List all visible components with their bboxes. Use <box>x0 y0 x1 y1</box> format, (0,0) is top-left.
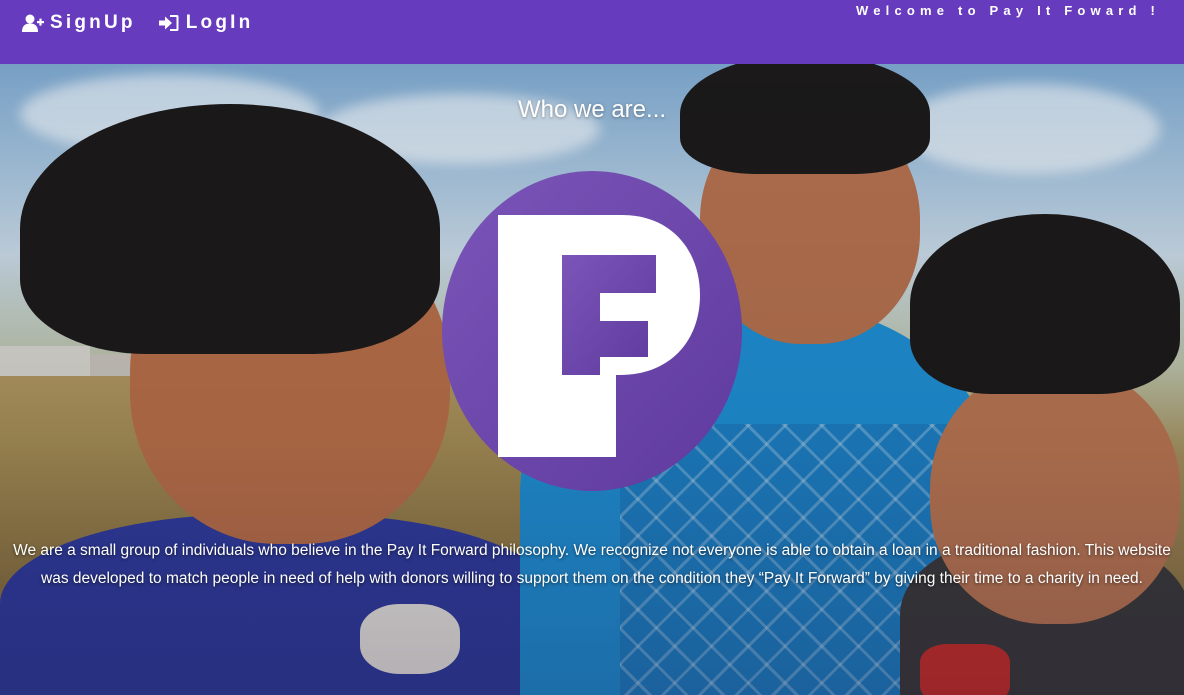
login-label: LogIn <box>185 12 254 33</box>
signup-link[interactable]: SignUp <box>22 12 136 34</box>
about-paragraph: We are a small group of individuals who … <box>13 542 1171 587</box>
top-navbar: SignUp LogIn Welcome to Pay It Foward ! <box>0 0 1184 64</box>
welcome-message: Welcome to Pay It Foward ! <box>856 3 1160 18</box>
who-we-are-heading: Who we are... <box>517 96 667 123</box>
sign-in-icon <box>158 13 180 33</box>
login-link[interactable]: LogIn <box>158 12 254 34</box>
signup-label: SignUp <box>50 12 136 33</box>
nav-links: SignUp LogIn <box>22 12 275 34</box>
user-plus-icon <box>22 13 44 33</box>
pif-logo <box>442 171 742 491</box>
